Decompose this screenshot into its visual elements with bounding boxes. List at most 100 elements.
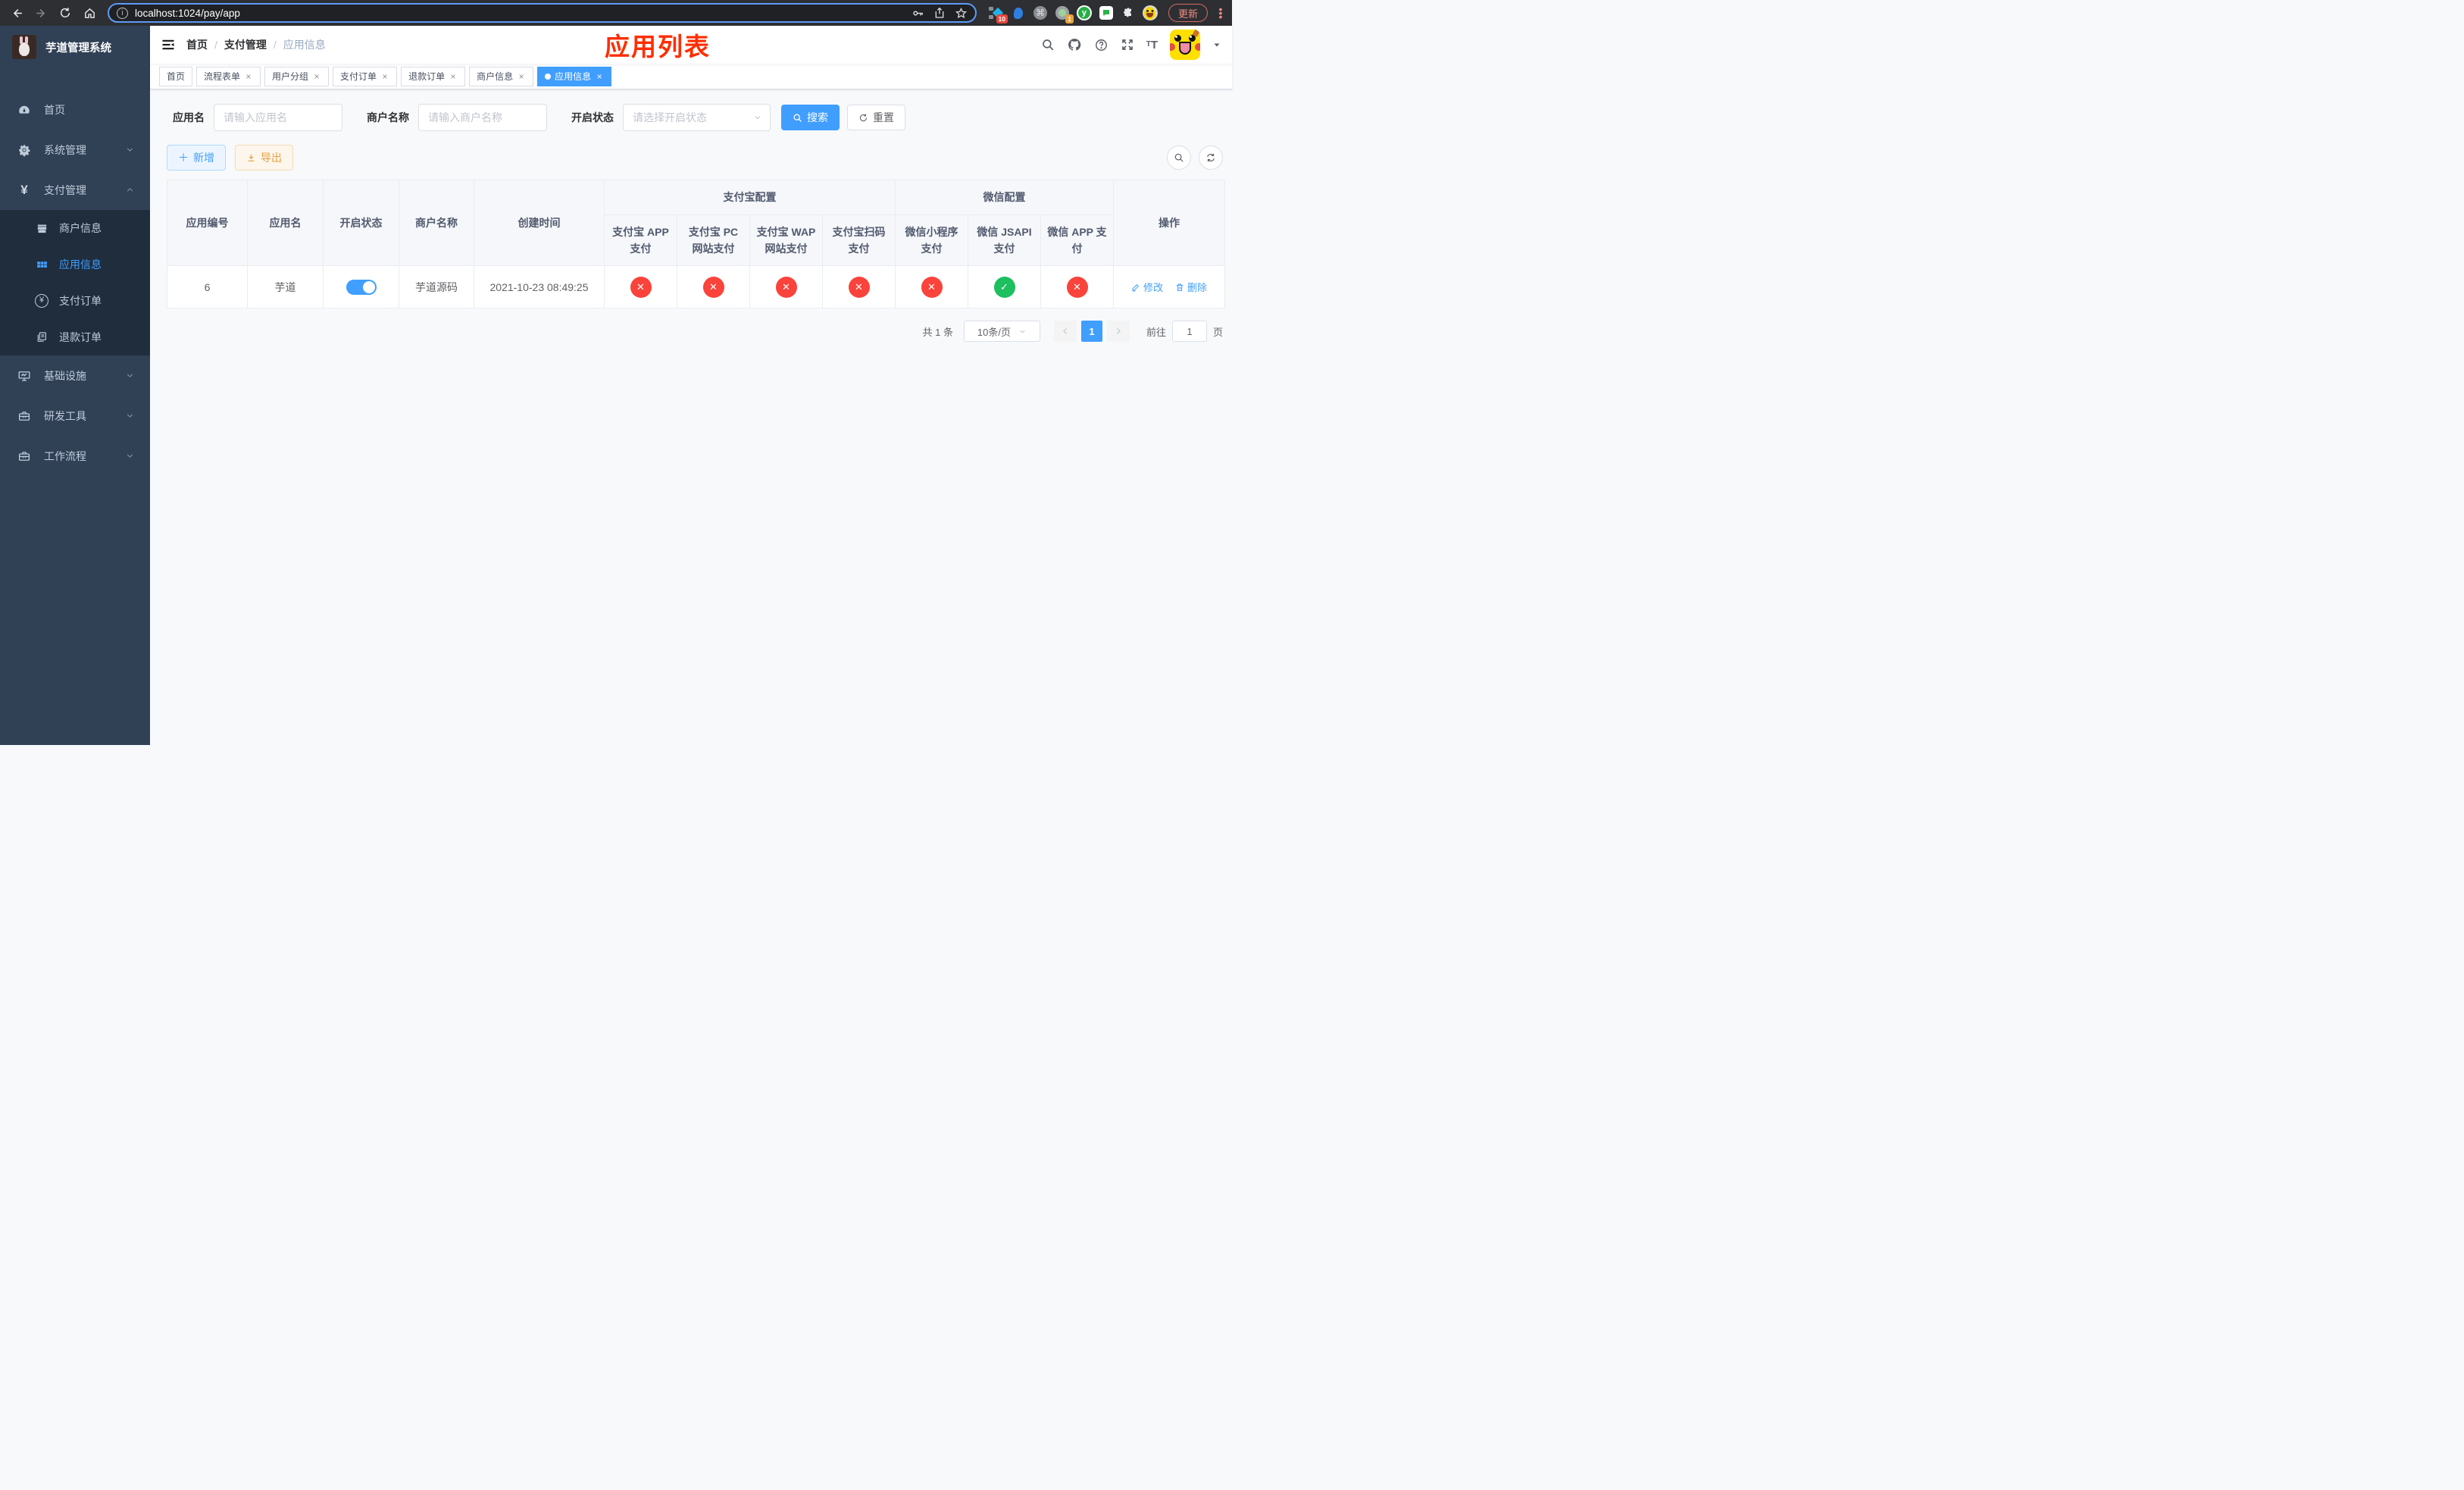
extension-command-icon[interactable]: ⌘ bbox=[1033, 5, 1048, 20]
sidebar-item-label: 工作流程 bbox=[44, 449, 86, 462]
close-icon[interactable]: × bbox=[449, 72, 458, 81]
goto-page-input[interactable] bbox=[1171, 321, 1207, 342]
wx-app-status-icon: ✕ bbox=[1066, 276, 1088, 298]
sidebar-item-pay-order[interactable]: ¥ 支付订单 bbox=[0, 283, 150, 319]
sidebar-item-refund-order[interactable]: 退款订单 bbox=[0, 319, 150, 355]
page-info-icon[interactable]: i bbox=[117, 7, 128, 19]
pagination-total: 共 1 条 bbox=[922, 326, 953, 338]
toggle-search-button[interactable] bbox=[1167, 146, 1191, 170]
tab-refund-order[interactable]: 退款订单 × bbox=[401, 66, 466, 86]
extension-sketch-icon[interactable]: 10 bbox=[988, 5, 1008, 23]
sidebar-item-dev-tools[interactable]: 研发工具 bbox=[0, 396, 150, 436]
col-header-alipay-qr: 支付宝扫码支付 bbox=[822, 214, 896, 266]
address-bar[interactable]: i localhost:1024/pay/app bbox=[108, 3, 977, 23]
sidebar-logo[interactable]: 芋道管理系统 bbox=[0, 26, 150, 68]
search-icon[interactable] bbox=[1041, 38, 1055, 52]
tab-user-group[interactable]: 用户分组 × bbox=[264, 66, 330, 86]
chrome-update-button[interactable]: 更新 bbox=[1168, 4, 1208, 22]
merchant-name-input[interactable] bbox=[418, 104, 547, 131]
browser-menu-icon[interactable]: • • • bbox=[1215, 4, 1226, 22]
search-icon bbox=[1174, 153, 1184, 162]
breadcrumb-current: 应用信息 bbox=[283, 39, 326, 51]
status-select[interactable]: 请选择开启状态 bbox=[623, 104, 771, 131]
table-row: 6 芋道 芋道源码 2021-10-23 08:49:25 ✕ ✕ ✕ ✕ ✕ … bbox=[167, 265, 1225, 308]
fullscreen-icon[interactable] bbox=[1121, 38, 1134, 52]
delete-link[interactable]: 删除 bbox=[1175, 280, 1207, 294]
toolbox-icon bbox=[15, 449, 33, 463]
close-icon[interactable]: × bbox=[312, 72, 321, 81]
sidebar-item-system[interactable]: 系统管理 bbox=[0, 130, 150, 170]
browser-back-icon[interactable] bbox=[6, 2, 27, 23]
chevron-down-icon bbox=[755, 116, 761, 120]
extension-camera-icon[interactable]: 1 bbox=[1055, 5, 1074, 23]
avatar-caret-icon[interactable] bbox=[1212, 40, 1221, 49]
user-avatar[interactable] bbox=[1170, 30, 1200, 60]
cell-merchant: 芋道源码 bbox=[399, 265, 474, 308]
breadcrumb-payment[interactable]: 支付管理 bbox=[224, 37, 267, 52]
sidebar-item-label: 退款订单 bbox=[59, 331, 102, 343]
sidebar-fold-icon[interactable] bbox=[150, 26, 186, 64]
close-icon[interactable]: × bbox=[380, 72, 389, 81]
col-header-alipay-app: 支付宝 APP 支付 bbox=[604, 214, 677, 266]
tab-app-info[interactable]: 应用信息 × bbox=[537, 66, 612, 86]
browser-reload-icon[interactable] bbox=[55, 2, 76, 23]
url-text[interactable]: localhost:1024/pay/app bbox=[135, 8, 911, 19]
chevron-down-icon bbox=[1020, 330, 1025, 333]
sidebar-item-merchant-info[interactable]: 商户信息 bbox=[0, 210, 150, 246]
col-header-ops: 操作 bbox=[1113, 180, 1225, 266]
tab-process-form[interactable]: 流程表单 × bbox=[196, 66, 261, 86]
share-icon[interactable] bbox=[933, 7, 946, 19]
close-icon[interactable]: × bbox=[244, 72, 253, 81]
password-key-icon[interactable] bbox=[911, 7, 924, 20]
tab-merchant-info[interactable]: 商户信息 × bbox=[469, 66, 534, 86]
status-label: 开启状态 bbox=[571, 111, 614, 124]
edit-link[interactable]: 修改 bbox=[1131, 280, 1163, 294]
col-header-merchant: 商户名称 bbox=[399, 180, 474, 266]
search-button[interactable]: 搜索 bbox=[781, 105, 840, 130]
bookmark-star-icon[interactable] bbox=[955, 7, 968, 20]
page-number-button[interactable]: 1 bbox=[1080, 321, 1102, 342]
close-icon[interactable]: × bbox=[595, 72, 604, 81]
tab-home[interactable]: 首页 bbox=[159, 66, 193, 86]
extensions-strip: 10 ⌘ 1 y bbox=[988, 5, 1158, 23]
sidebar-item-payment[interactable]: ¥ 支付管理 bbox=[0, 170, 150, 210]
status-toggle[interactable] bbox=[346, 279, 377, 295]
sidebar-item-label: 支付订单 bbox=[59, 295, 102, 307]
extension-chat-icon[interactable] bbox=[1099, 5, 1114, 20]
tab-pay-order[interactable]: 支付订单 × bbox=[333, 66, 398, 86]
export-button[interactable]: 导出 bbox=[235, 145, 293, 171]
browser-home-icon[interactable] bbox=[79, 2, 100, 23]
extension-balloon-icon[interactable] bbox=[1011, 5, 1026, 20]
app-name-input[interactable] bbox=[214, 104, 342, 131]
page-size-select[interactable]: 10条/页 bbox=[963, 321, 1040, 342]
next-page-button[interactable] bbox=[1106, 321, 1130, 342]
prev-page-button[interactable] bbox=[1053, 321, 1077, 342]
chevron-down-icon bbox=[125, 411, 135, 421]
alipay-pc-status-icon: ✕ bbox=[702, 276, 724, 298]
refresh-table-button[interactable] bbox=[1199, 146, 1223, 170]
reset-button[interactable]: 重置 bbox=[847, 105, 905, 130]
font-size-icon[interactable]: TT bbox=[1146, 39, 1158, 51]
help-icon[interactable] bbox=[1094, 38, 1108, 52]
extension-badge: 1 bbox=[1065, 14, 1074, 23]
profile-avatar-icon[interactable] bbox=[1142, 5, 1158, 20]
search-form: 应用名 商户名称 开启状态 请选择开启状态 搜索 重置 bbox=[173, 104, 1224, 131]
extensions-puzzle-icon[interactable] bbox=[1121, 5, 1136, 20]
breadcrumb-home[interactable]: 首页 bbox=[186, 37, 208, 52]
col-header-alipay-pc: 支付宝 PC 网站支付 bbox=[677, 214, 750, 266]
sidebar-item-home[interactable]: 首页 bbox=[0, 89, 150, 130]
tab-label: 应用信息 bbox=[555, 71, 592, 82]
active-tab-dot bbox=[545, 73, 552, 80]
gear-icon bbox=[15, 143, 33, 157]
browser-forward-icon[interactable] bbox=[30, 2, 52, 23]
tab-label: 商户信息 bbox=[477, 71, 514, 82]
download-icon bbox=[248, 154, 255, 161]
extension-y-icon[interactable]: y bbox=[1076, 5, 1092, 20]
close-icon[interactable]: × bbox=[517, 72, 526, 81]
wx-jsapi-status-icon: ✓ bbox=[993, 276, 1015, 298]
sidebar-item-workflow[interactable]: 工作流程 bbox=[0, 436, 150, 476]
add-button[interactable]: ＋ 新增 bbox=[167, 145, 226, 171]
sidebar-item-infrastructure[interactable]: 基础设施 bbox=[0, 355, 150, 396]
sidebar-item-app-info[interactable]: 应用信息 bbox=[0, 246, 150, 283]
github-icon[interactable] bbox=[1067, 37, 1082, 52]
